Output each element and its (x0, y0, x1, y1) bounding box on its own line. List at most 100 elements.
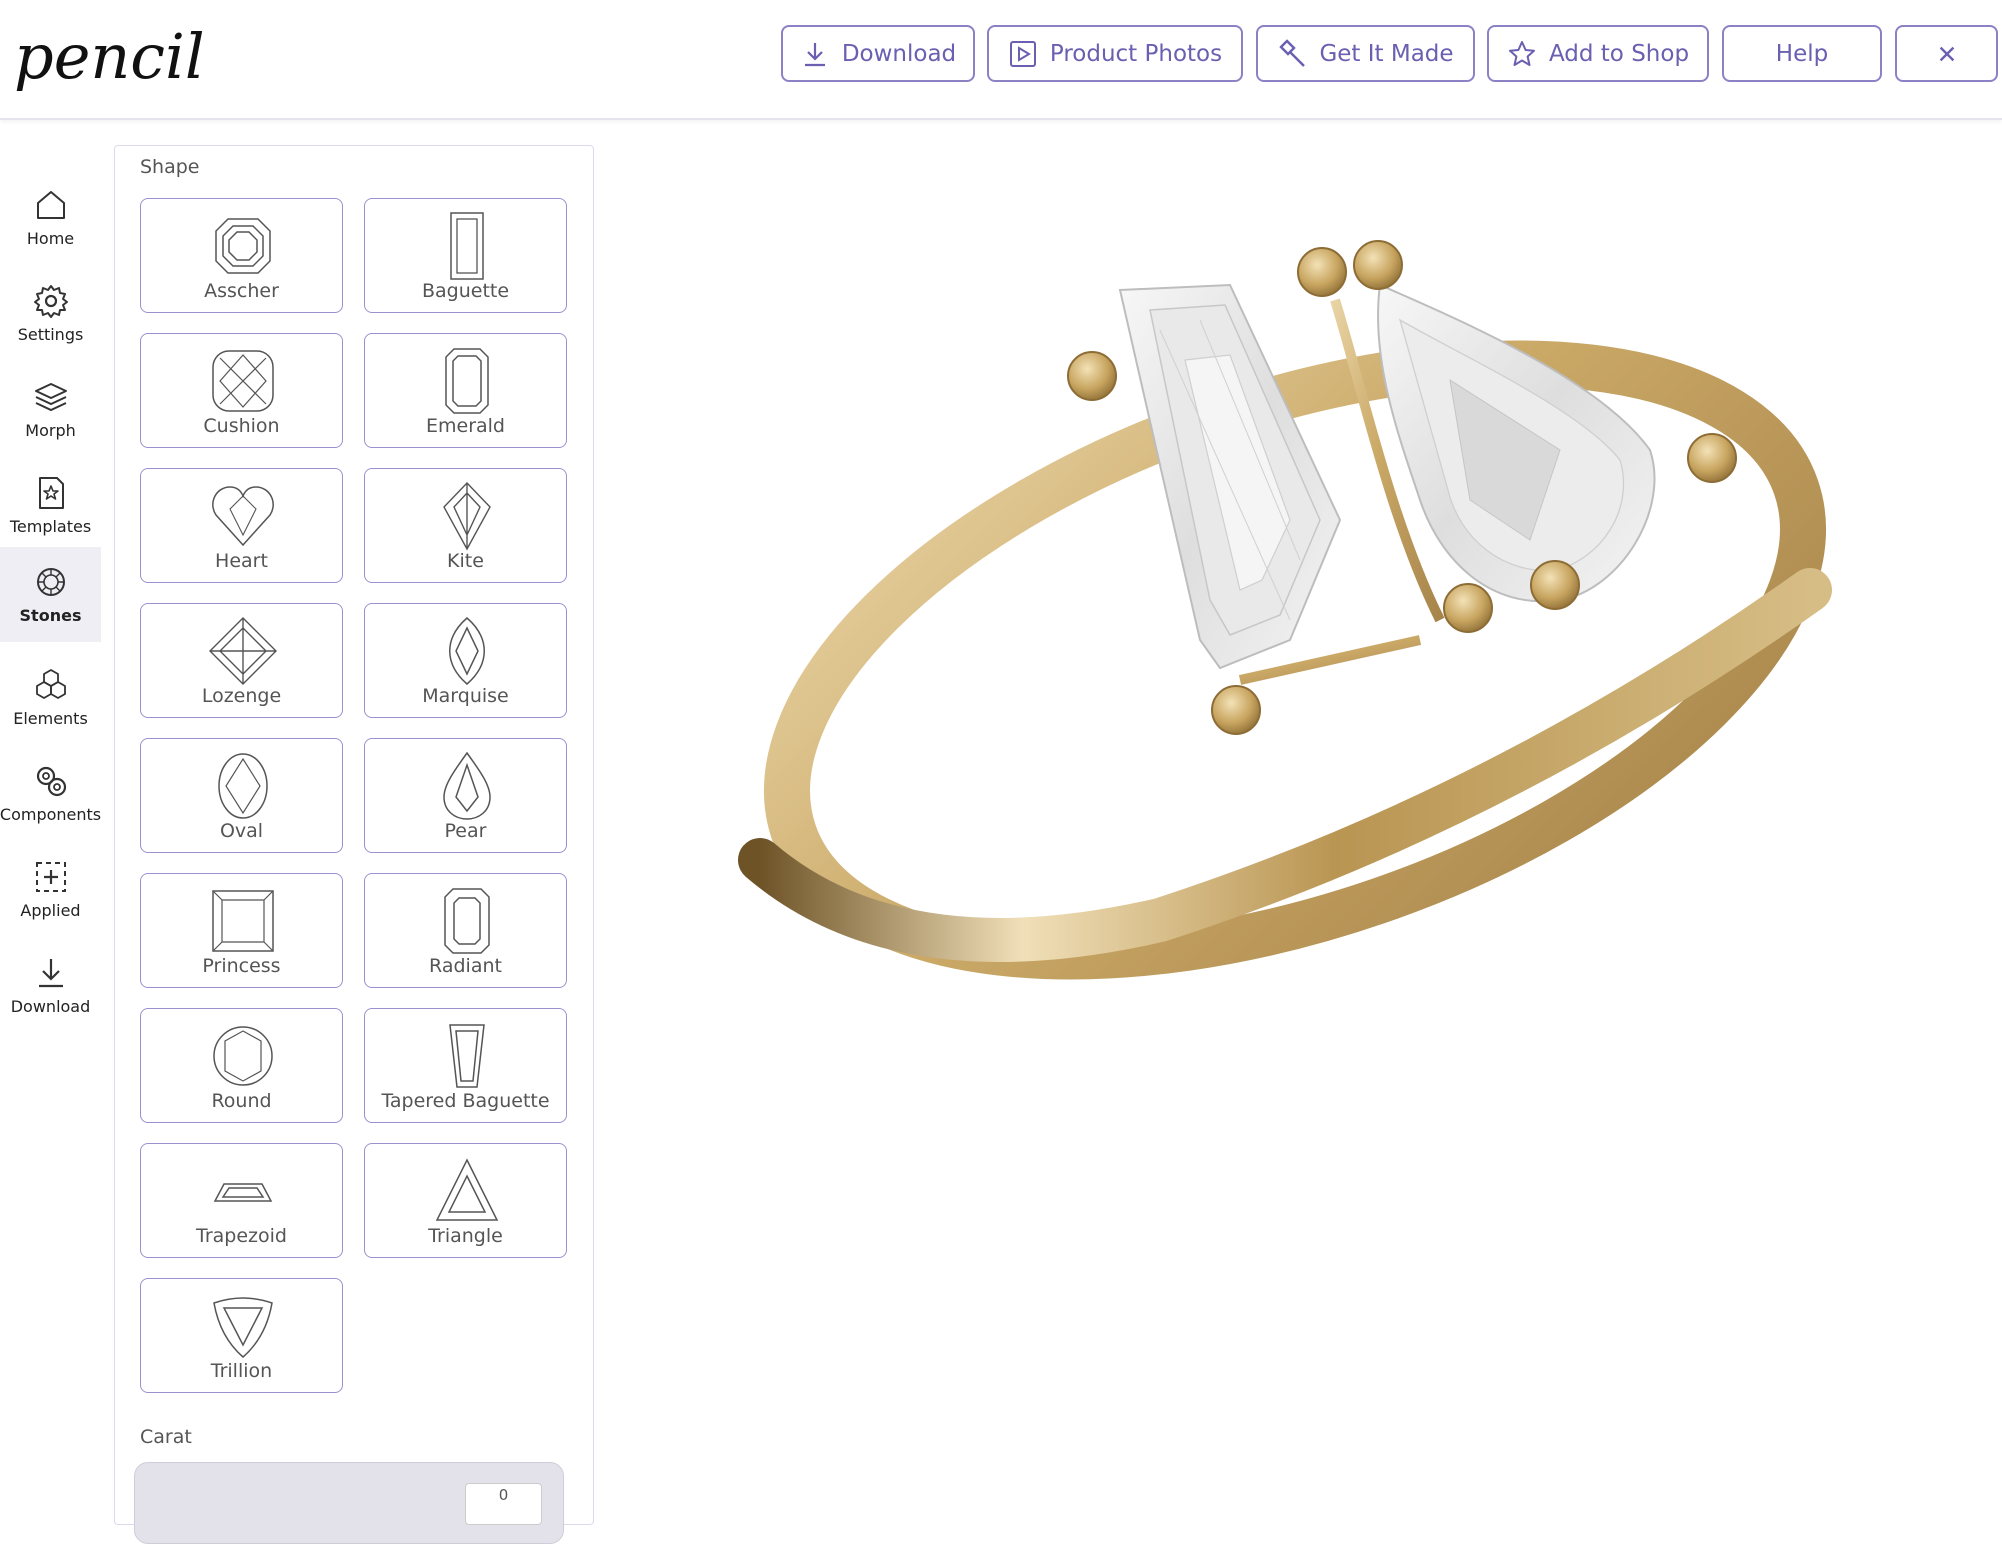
sidebar-item-label: Templates (9, 517, 92, 536)
prong (1353, 240, 1403, 290)
download-icon (804, 42, 825, 66)
sidebar-item-label: Download (10, 997, 91, 1016)
left-rail: Home Settings Morph Templates Stones Ele… (0, 120, 101, 1502)
sidebar-item-components[interactable]: Components (0, 746, 101, 841)
carat-section-title: Carat (140, 1426, 192, 1448)
shape-option-label: Trapezoid (196, 1225, 287, 1247)
shape-option-tapered-baguette[interactable]: Tapered Baguette (364, 1008, 567, 1123)
shape-option-label: Oval (219, 820, 264, 842)
shape-option-label: Triangle (428, 1225, 503, 1247)
shape-option-pear[interactable]: Pear (364, 738, 567, 853)
components-icon (36, 766, 66, 797)
pencil-logo[interactable]: pencil (10, 10, 215, 95)
kite-shape-icon (443, 481, 491, 551)
download-icon (38, 959, 63, 988)
ring-preview-canvas[interactable] (600, 120, 2002, 1502)
sidebar-item-applied[interactable]: Applied (0, 842, 101, 937)
shape-option-label: Marquise (422, 685, 509, 707)
shape-option-label: Kite (447, 550, 484, 572)
get-it-made-button[interactable]: Get It Made (1256, 25, 1475, 82)
shape-option-princess[interactable]: Princess (140, 873, 343, 988)
shape-option-marquise[interactable]: Marquise (364, 603, 567, 718)
shape-option-label: Emerald (426, 415, 505, 437)
shape-option-label: Tapered Baguette (381, 1090, 550, 1112)
shape-option-trapezoid[interactable]: Trapezoid (140, 1143, 343, 1258)
shape-option-label: Cushion (203, 415, 280, 437)
layers-icon (34, 383, 67, 412)
emerald-stone (1118, 283, 1342, 670)
svg-text:pencil: pencil (14, 20, 205, 93)
sidebar-item-label: Elements (13, 709, 88, 728)
elements-icon (35, 669, 66, 699)
shape-option-label: Heart (215, 550, 268, 572)
carat-slider[interactable]: 0 (134, 1462, 564, 1544)
download-button[interactable]: Download (781, 25, 975, 82)
top-bar: pencil Download Product Photos Get It Ma… (0, 0, 2002, 120)
close-button[interactable] (1895, 25, 1998, 82)
oval-shape-icon (218, 753, 268, 819)
shape-option-label: Asscher (204, 280, 279, 302)
sidebar-item-settings[interactable]: Settings (0, 266, 101, 361)
round-shape-icon (213, 1026, 273, 1086)
prong (1687, 433, 1737, 483)
help-button[interactable]: Help (1722, 25, 1882, 82)
marquise-shape-icon (449, 617, 485, 685)
tapered-baguette-shape-icon (449, 1024, 485, 1088)
shape-option-heart[interactable]: Heart (140, 468, 343, 583)
radiant-shape-icon (444, 888, 490, 954)
carat-value-field[interactable]: 0 (465, 1483, 542, 1525)
template-icon (38, 477, 64, 509)
shape-option-label: Round (211, 1090, 272, 1112)
asscher-shape-icon (215, 218, 271, 274)
sidebar-item-elements[interactable]: Elements (0, 650, 101, 745)
sidebar-item-stones[interactable]: Stones (0, 547, 101, 642)
stone-shape-panel: Shape Asscher Baguette Cushion Emerald H… (114, 145, 594, 1544)
trapezoid-shape-icon (213, 1183, 273, 1202)
trillion-shape-icon (213, 1297, 273, 1358)
add-to-shop-button[interactable]: Add to Shop (1487, 25, 1709, 82)
help-button-label: Help (1775, 40, 1829, 67)
sidebar-item-morph[interactable]: Morph (0, 362, 101, 457)
princess-shape-icon (212, 890, 274, 952)
stone-icon (36, 568, 65, 596)
shape-option-lozenge[interactable]: Lozenge (140, 603, 343, 718)
prong (1443, 583, 1493, 633)
product-photos-button[interactable]: Product Photos (987, 25, 1243, 82)
shape-option-trillion[interactable]: Trillion (140, 1278, 343, 1393)
shape-option-asscher[interactable]: Asscher (140, 198, 343, 313)
sidebar-item-home[interactable]: Home (0, 170, 101, 265)
triangle-shape-icon (435, 1158, 499, 1221)
sidebar-item-label: Home (26, 229, 75, 248)
shape-option-label: Radiant (429, 955, 502, 977)
lozenge-shape-icon (209, 617, 277, 685)
prong (1211, 685, 1261, 735)
shape-section-title: Shape (140, 156, 200, 178)
shape-option-triangle[interactable]: Triangle (364, 1143, 567, 1258)
shape-option-label: Lozenge (201, 685, 282, 707)
shape-option-baguette[interactable]: Baguette (364, 198, 567, 313)
add-to-shop-button-label: Add to Shop (1548, 40, 1690, 67)
sidebar-item-label: Settings (17, 325, 84, 344)
shape-option-radiant[interactable]: Radiant (364, 873, 567, 988)
shape-option-oval[interactable]: Oval (140, 738, 343, 853)
prong (1297, 247, 1347, 297)
shape-option-kite[interactable]: Kite (364, 468, 567, 583)
heart-shape-icon (212, 486, 274, 547)
hammer-icon (1279, 38, 1306, 67)
sidebar-item-label: Applied (20, 901, 81, 920)
shape-option-label: Trillion (210, 1360, 273, 1382)
sidebar-item-download[interactable]: Download (0, 938, 101, 1033)
emerald-shape-icon (445, 348, 489, 414)
play-icon (1009, 40, 1036, 67)
sidebar-item-templates[interactable]: Templates (0, 458, 101, 553)
download-button-label: Download (841, 40, 957, 67)
get-it-made-button-label: Get It Made (1319, 40, 1454, 67)
shape-option-round[interactable]: Round (140, 1008, 343, 1123)
pear-stone (1377, 283, 1656, 603)
shape-option-label: Baguette (421, 280, 510, 302)
shape-option-label: Princess (202, 955, 281, 977)
star-icon (1508, 40, 1535, 66)
shape-option-emerald[interactable]: Emerald (364, 333, 567, 448)
product-photos-button-label: Product Photos (1049, 40, 1223, 67)
shape-option-cushion[interactable]: Cushion (140, 333, 343, 448)
